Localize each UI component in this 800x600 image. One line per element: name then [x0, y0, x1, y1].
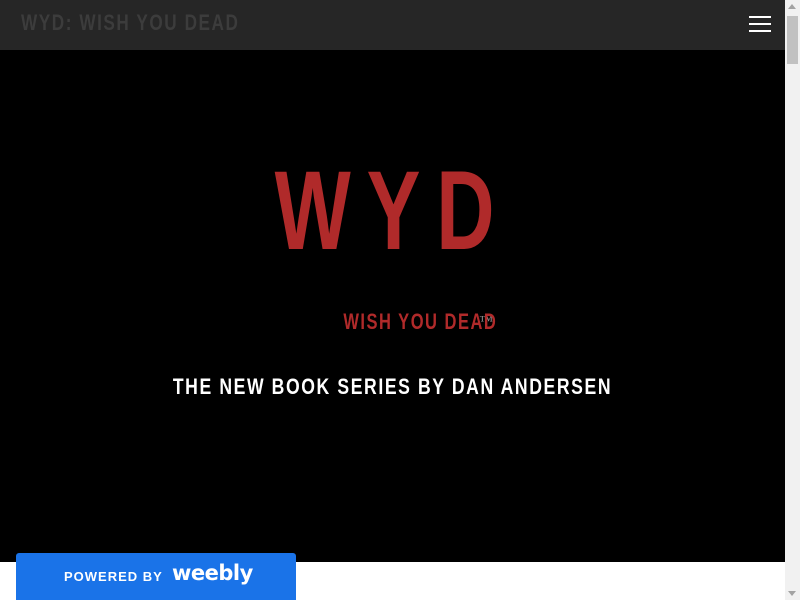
scrollbar-thumb[interactable]	[787, 16, 798, 64]
hero-banner: WYD WISH YOU DEAD™ THE NEW BOOK SERIES B…	[0, 50, 785, 562]
vertical-scrollbar[interactable]	[785, 0, 800, 600]
hamburger-menu-icon[interactable]	[749, 15, 771, 35]
menu-line	[749, 16, 771, 18]
weebly-logo: weebly	[172, 561, 253, 585]
hero-subtitle: THE NEW BOOK SERIES BY DAN ANDERSEN	[172, 374, 613, 399]
hero-tagline: WISH YOU DEAD™	[0, 309, 785, 335]
powered-by-label: POWERED BY	[64, 569, 163, 584]
tagline-text: WISH YOU DEAD	[343, 309, 498, 334]
scroll-down-arrow-icon[interactable]	[788, 591, 796, 596]
hero-title: WYD	[274, 148, 511, 273]
powered-by-weebly-badge[interactable]: POWERED BY weebly	[16, 553, 296, 600]
browser-viewport: WYD: WISH YOU DEAD WYD WISH YOU DEAD™ TH…	[0, 0, 800, 600]
site-title[interactable]: WYD: WISH YOU DEAD	[21, 10, 239, 36]
scroll-up-arrow-icon[interactable]	[788, 4, 796, 9]
menu-line	[749, 30, 771, 32]
site-header: WYD: WISH YOU DEAD	[0, 0, 785, 50]
menu-line	[749, 23, 771, 25]
